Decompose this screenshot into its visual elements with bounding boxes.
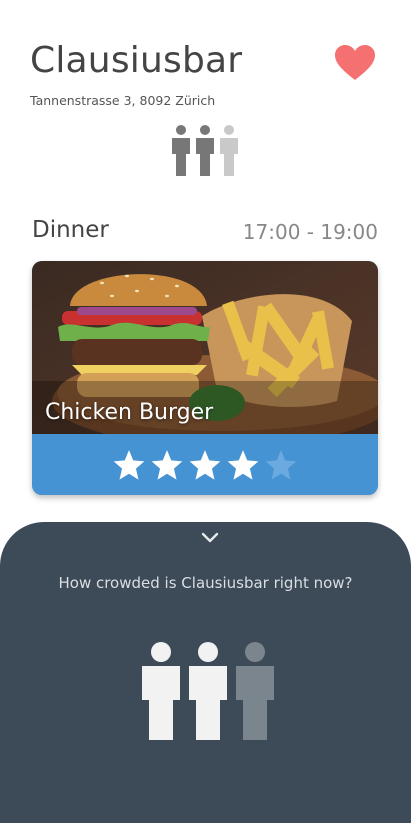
favorite-heart-icon[interactable]	[334, 44, 376, 82]
person-icon	[196, 125, 214, 176]
star-filled-icon[interactable]	[150, 448, 184, 482]
crowd-level-selector[interactable]	[140, 642, 276, 742]
star-empty-icon[interactable]	[264, 448, 298, 482]
person-icon	[172, 125, 190, 176]
restaurant-title: Clausiusbar	[30, 40, 243, 81]
meal-label: Dinner	[32, 217, 109, 243]
star-filled-icon[interactable]	[226, 448, 260, 482]
restaurant-address: Tannenstrasse 3, 8092 Zürich	[30, 93, 216, 108]
dish-photo: Chicken Burger	[32, 261, 378, 434]
person-icon[interactable]	[189, 642, 227, 740]
crowd-question: How crowded is Clausiusbar right now?	[58, 574, 353, 592]
dish-card[interactable]: Chicken Burger	[32, 261, 378, 495]
rating-bar[interactable]	[32, 434, 378, 495]
meal-time: 17:00 - 19:00	[242, 220, 378, 244]
crowd-indicator-icon	[172, 125, 238, 176]
person-icon	[220, 125, 238, 176]
star-filled-icon[interactable]	[188, 448, 222, 482]
dish-name: Chicken Burger	[45, 400, 214, 425]
star-filled-icon[interactable]	[112, 448, 146, 482]
person-icon[interactable]	[142, 642, 180, 740]
person-icon[interactable]	[236, 642, 274, 740]
crowd-report-sheet[interactable]: How crowded is Clausiusbar right now?	[0, 522, 411, 823]
chevron-down-icon[interactable]	[201, 532, 219, 544]
